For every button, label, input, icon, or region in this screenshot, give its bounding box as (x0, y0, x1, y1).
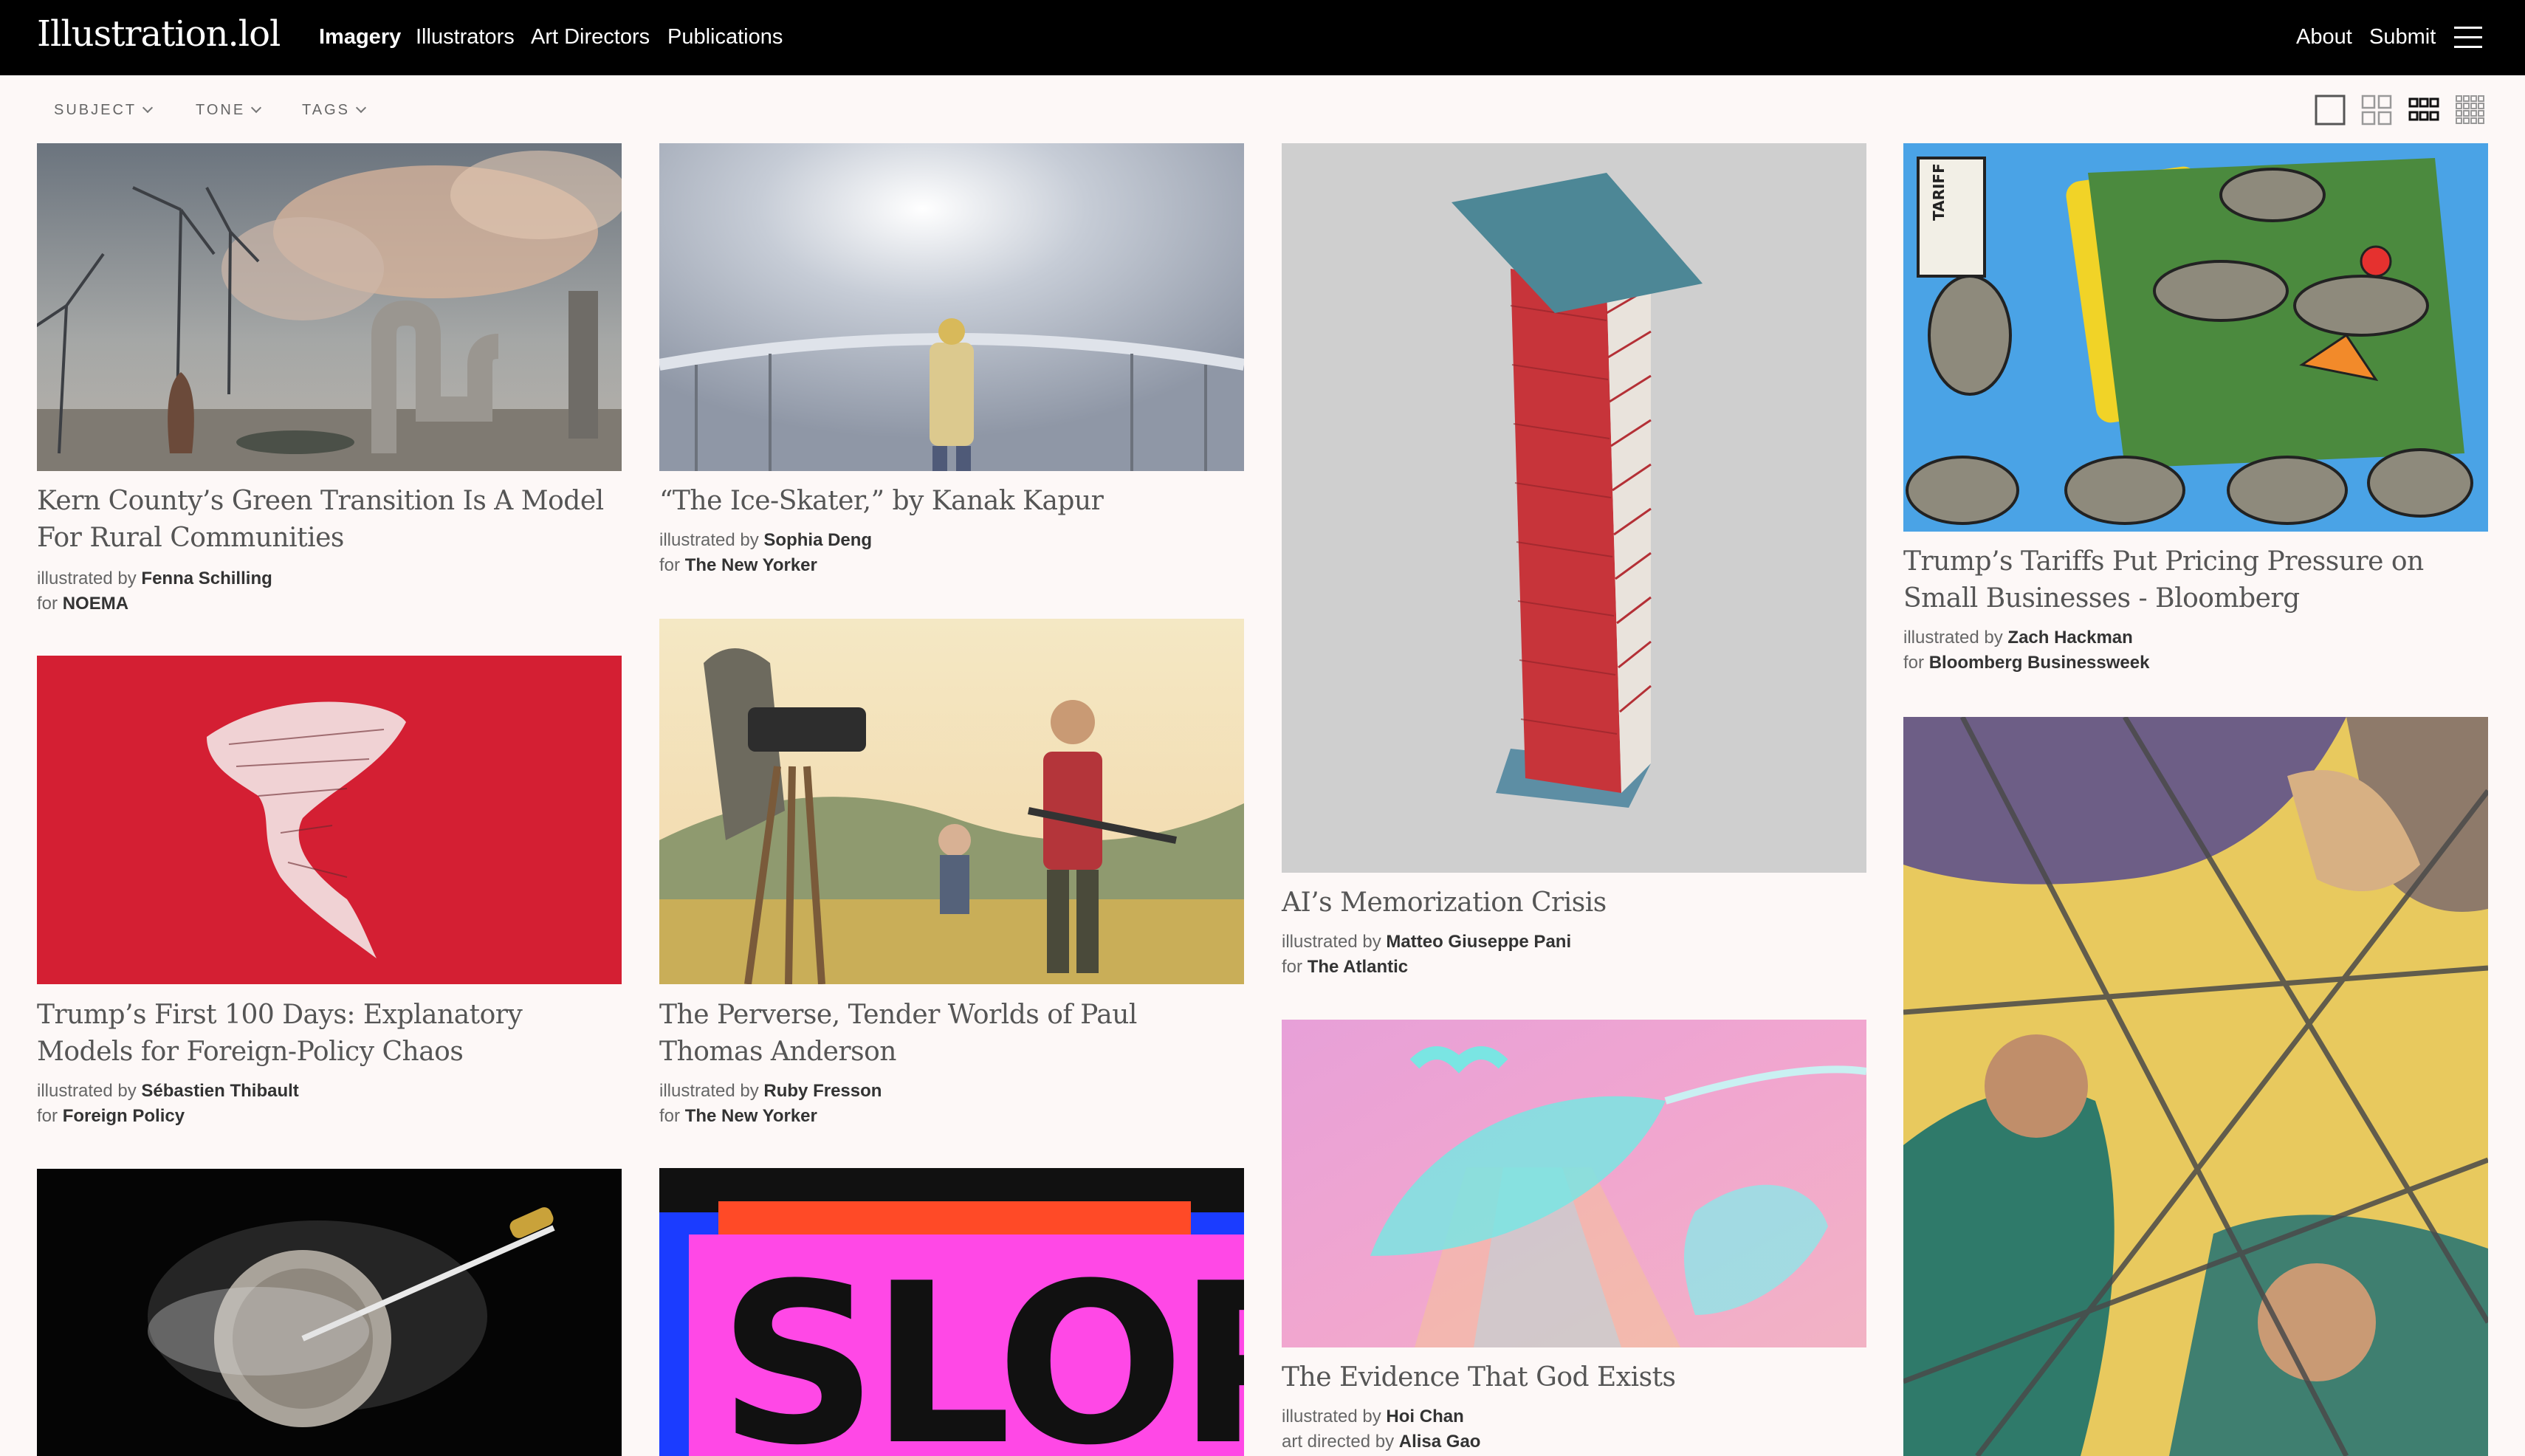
chevron-down-icon (251, 102, 262, 114)
nav-imagery[interactable]: Imagery (319, 25, 401, 49)
artwork-image-chained-figures[interactable] (1903, 717, 2488, 1456)
artwork-title[interactable]: AI’s Memorization Crisis (1282, 885, 1866, 921)
nav-illustrators[interactable]: Illustrators (416, 25, 515, 49)
for-label: for (1282, 957, 1303, 977)
nav-publications[interactable]: Publications (667, 25, 783, 49)
subject-filter[interactable]: SUBJECT (54, 102, 154, 119)
for-label: for (37, 594, 58, 614)
for-label: for (37, 1106, 58, 1126)
illustrator-link[interactable]: Sophia Deng (763, 530, 872, 550)
tone-filter[interactable]: TONE (196, 102, 262, 119)
artwork-card[interactable]: TARIFF Trump’s Tariffs Put Pricing Press… (1903, 143, 2488, 682)
artwork-image-book-tower[interactable] (1282, 143, 1866, 873)
chevron-down-icon (355, 102, 367, 114)
illustrated-by-label: illustrated by (1282, 1407, 1381, 1426)
artwork-card[interactable]: Kern County’s Green Transition Is A Mode… (37, 143, 622, 616)
artwork-publication-line: for The New Yorker (659, 552, 817, 578)
artwork-card[interactable]: AI’s Memorization Crisis illustrated by … (1282, 143, 1866, 985)
publication-link[interactable]: The Atlantic (1308, 957, 1408, 977)
for-label: for (659, 1106, 681, 1126)
artwork-card[interactable]: “The Ice-Skater,” by Kanak Kapur illustr… (659, 143, 1244, 579)
illustrated-by-label: illustrated by (37, 569, 137, 588)
publication-link[interactable]: The New Yorker (685, 555, 817, 575)
view-two-column-icon[interactable] (2361, 95, 2392, 126)
publication-link[interactable]: NOEMA (63, 594, 128, 614)
artwork-image-ice-skater[interactable] (659, 143, 1244, 471)
artwork-illustrator-line: illustrated by Sébastien Thibault (37, 1078, 299, 1104)
artwork-title[interactable]: “The Ice-Skater,” by Kanak Kapur (659, 483, 1244, 520)
illustrator-link[interactable]: Sébastien Thibault (141, 1081, 298, 1101)
publication-link[interactable]: Bloomberg Businessweek (1929, 653, 2150, 673)
view-four-column-icon[interactable] (2455, 95, 2486, 126)
art-directed-by-label: art directed by (1282, 1432, 1395, 1452)
hamburger-menu-icon[interactable] (2454, 27, 2482, 49)
nav-about[interactable]: About (2296, 25, 2352, 49)
illustrator-link[interactable]: Hoi Chan (1386, 1407, 1463, 1426)
for-label: for (659, 555, 681, 575)
illustrator-link[interactable]: Ruby Fresson (763, 1081, 882, 1101)
chevron-down-icon (142, 102, 154, 114)
artwork-card[interactable]: The Perverse, Tender Worlds of Paul Thom… (659, 619, 1244, 1128)
illustrator-link[interactable]: Matteo Giuseppe Pani (1386, 932, 1571, 952)
artwork-illustrator-line: illustrated by Ruby Fresson (659, 1078, 882, 1104)
publication-link[interactable]: The New Yorker (685, 1106, 817, 1126)
top-navigation: Illustration.lol Imagery Illustrators Ar… (0, 0, 2525, 75)
illustrator-link[interactable]: Zach Hackman (2007, 628, 2132, 648)
view-single-column-icon[interactable] (2315, 95, 2346, 126)
artwork-card[interactable]: The Evidence That God Exists illustrated… (1282, 1020, 1866, 1456)
artwork-image-wind-turbines[interactable] (37, 143, 622, 471)
artwork-card[interactable] (37, 1169, 622, 1456)
artwork-title[interactable]: Trump’s Tariffs Put Pricing Pressure on … (1903, 543, 2488, 617)
illustrator-link[interactable]: Fenna Schilling (141, 569, 272, 588)
tags-filter-label: TAGS (302, 102, 350, 118)
artwork-publication-line: for NOEMA (37, 591, 128, 617)
site-logo[interactable]: Illustration.lol (37, 13, 281, 55)
tone-filter-label: TONE (196, 102, 246, 118)
tariff-sign-text: TARIFF (1930, 163, 1948, 221)
artwork-illustrator-line: illustrated by Fenna Schilling (37, 566, 272, 591)
nav-submit[interactable]: Submit (2369, 25, 2436, 49)
artwork-title[interactable]: Kern County’s Green Transition Is A Mode… (37, 483, 622, 557)
slop-artwork-text: SLOP (718, 1236, 1244, 1456)
view-three-column-icon[interactable] (2408, 95, 2439, 126)
artwork-publication-line: for The New Yorker (659, 1103, 817, 1129)
illustrated-by-label: illustrated by (659, 530, 759, 550)
illustrated-by-label: illustrated by (1282, 932, 1381, 952)
nav-art-directors[interactable]: Art Directors (531, 25, 650, 49)
for-label: for (1903, 653, 1925, 673)
artwork-illustrator-line: illustrated by Hoi Chan (1282, 1404, 1464, 1429)
publication-link[interactable]: Foreign Policy (63, 1106, 185, 1126)
artwork-illustrator-line: illustrated by Sophia Deng (659, 527, 872, 553)
artwork-title[interactable]: Trump’s First 100 Days: Explanatory Mode… (37, 997, 622, 1071)
artwork-card[interactable]: Trump’s First 100 Days: Explanatory Mode… (37, 656, 622, 1128)
art-director-link[interactable]: Alisa Gao (1399, 1432, 1481, 1452)
illustrated-by-label: illustrated by (1903, 628, 2003, 648)
artwork-card[interactable] (1903, 717, 2488, 1456)
artwork-image-rats-dumpster[interactable]: TARIFF (1903, 143, 2488, 532)
tags-filter[interactable]: TAGS (302, 102, 367, 119)
artwork-image-slop-typography[interactable]: SLOP (659, 1168, 1244, 1456)
artwork-publication-line: for Foreign Policy (37, 1103, 185, 1129)
artwork-image-glowing-leaves[interactable] (1282, 1020, 1866, 1347)
artwork-illustrator-line: illustrated by Matteo Giuseppe Pani (1282, 929, 1571, 955)
artwork-art-director-line: art directed by Alisa Gao (1282, 1429, 1480, 1455)
artwork-title[interactable]: The Evidence That God Exists (1282, 1359, 1866, 1396)
artwork-image-exploding-coin[interactable] (37, 1169, 622, 1456)
filter-bar: SUBJECT TONE TAGS (0, 75, 2525, 142)
subject-filter-label: SUBJECT (54, 102, 137, 118)
illustrated-by-label: illustrated by (37, 1081, 137, 1101)
artwork-image-film-crew[interactable] (659, 619, 1244, 984)
artwork-publication-line: for The Atlantic (1282, 954, 1408, 980)
illustrated-by-label: illustrated by (659, 1081, 759, 1101)
artwork-card[interactable]: SLOP (659, 1168, 1244, 1456)
artwork-title[interactable]: The Perverse, Tender Worlds of Paul Thom… (659, 997, 1244, 1071)
artwork-image-red-tornado[interactable] (37, 656, 622, 984)
artwork-publication-line: for Bloomberg Businessweek (1903, 650, 2149, 676)
artwork-illustrator-line: illustrated by Zach Hackman (1903, 625, 2133, 650)
